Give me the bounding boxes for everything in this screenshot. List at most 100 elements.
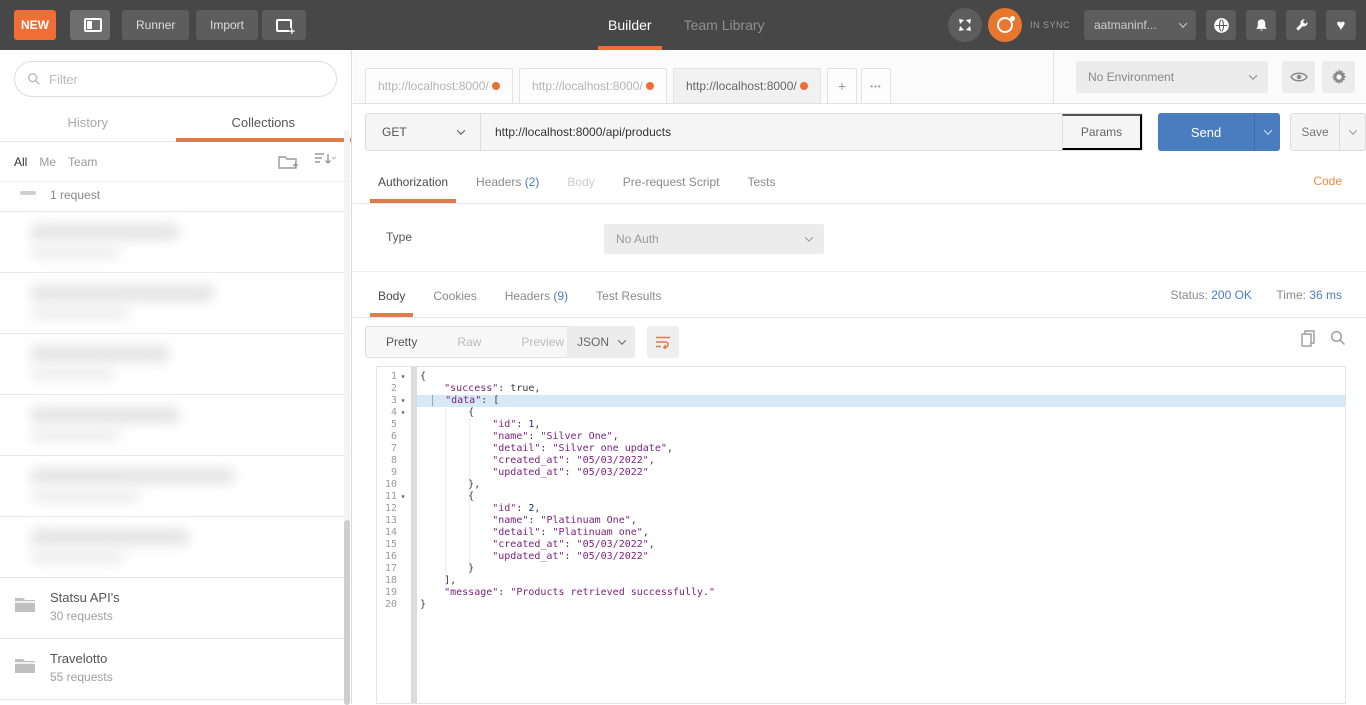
account-name: aatmaninf... — [1094, 18, 1180, 32]
request-tab-2[interactable]: http://localhost:8000/ — [519, 68, 667, 103]
blurred-text — [30, 346, 170, 362]
url-input[interactable] — [481, 114, 1062, 150]
search-response-button[interactable] — [1330, 330, 1346, 352]
settings-wrench-button[interactable] — [1286, 10, 1316, 40]
response-tab-cookies[interactable]: Cookies — [433, 289, 476, 317]
tab-tests[interactable]: Tests — [747, 175, 775, 203]
sort-icon[interactable] — [313, 151, 337, 172]
request-tab-3[interactable]: http://localhost:8000/ — [673, 68, 821, 103]
fold-spacer — [397, 431, 409, 443]
method-dropdown[interactable]: GET — [366, 114, 481, 150]
notifications-button[interactable] — [1246, 10, 1276, 40]
request-tab-1[interactable]: http://localhost:8000/ — [365, 68, 513, 103]
collection-item-blurred[interactable] — [0, 212, 351, 273]
blurred-text — [30, 285, 215, 301]
code-line-number: 20 — [377, 599, 411, 611]
code-line-number: 8 — [377, 455, 411, 467]
filter-input[interactable] — [49, 72, 299, 87]
collection-item[interactable]: Statsu API's30 requests — [0, 578, 351, 639]
chevron-down-icon — [1249, 71, 1257, 79]
code-line-number: 16 — [377, 551, 411, 563]
account-dropdown[interactable]: aatmaninf... — [1084, 10, 1196, 40]
auth-type-value: No Auth — [616, 232, 806, 246]
response-tab-body[interactable]: Body — [378, 289, 405, 317]
code-line: "updated_at": "05/03/2022" — [417, 551, 1345, 563]
collection-item[interactable]: Travelotto55 requests — [0, 639, 351, 700]
scope-me[interactable]: Me — [39, 155, 56, 169]
response-tab-headers[interactable]: Headers (9) — [505, 289, 568, 317]
capture-icon — [957, 17, 973, 33]
tab-team-library[interactable]: Team Library — [668, 0, 781, 50]
response-body-viewer[interactable]: 1▾23▾4▾567891011▾121314151617181920 { "s… — [376, 366, 1346, 704]
sync-button[interactable] — [988, 8, 1022, 42]
fold-arrow-icon[interactable]: ▾ — [397, 371, 409, 383]
scope-all[interactable]: All — [14, 155, 27, 169]
sidebar-scrollbar-thumb[interactable] — [344, 520, 350, 705]
fold-arrow-icon[interactable]: ▾ — [397, 407, 409, 419]
environment-preview-button[interactable] — [1282, 61, 1315, 93]
fold-spacer — [397, 515, 409, 527]
tab-collections[interactable]: Collections — [176, 108, 352, 141]
wrap-text-button[interactable] — [647, 326, 679, 358]
new-window-button[interactable] — [262, 10, 306, 40]
capture-button[interactable] — [948, 8, 982, 42]
sidebar: History Collections All Me Team 1 reques… — [0, 50, 352, 704]
favorites-button[interactable]: ♥ — [1326, 10, 1356, 40]
import-button[interactable]: Import — [196, 10, 258, 40]
tab-count: (2) — [525, 175, 540, 189]
copy-button[interactable] — [1301, 330, 1316, 352]
collection-item-blurred[interactable] — [0, 517, 351, 578]
fold-arrow-icon[interactable]: ▾ — [397, 491, 409, 503]
auth-type-dropdown[interactable]: No Auth — [604, 224, 824, 254]
code-line-number: 1▾ — [377, 371, 411, 383]
code-line: { — [417, 491, 1345, 503]
tab-builder[interactable]: Builder — [592, 0, 668, 50]
new-folder-icon[interactable] — [277, 153, 299, 171]
environment-settings-button[interactable] — [1322, 61, 1355, 93]
collection-name: Travelotto — [50, 651, 107, 666]
view-mode-pretty[interactable]: Pretty — [366, 327, 437, 357]
environment-dropdown[interactable]: No Environment — [1076, 61, 1268, 93]
new-button[interactable]: NEW — [14, 10, 56, 40]
collection-request-count: 30 requests — [50, 609, 113, 623]
collection-item-blurred[interactable] — [0, 334, 351, 395]
new-tab-button[interactable]: + — [827, 68, 857, 103]
scope-team[interactable]: Team — [68, 155, 97, 169]
save-button[interactable]: Save — [1290, 113, 1340, 151]
format-dropdown[interactable]: JSON — [567, 326, 635, 358]
sidebar-scrollbar[interactable] — [344, 130, 350, 704]
collection-item-blurred[interactable] — [0, 273, 351, 334]
fold-arrow-icon[interactable]: ▾ — [397, 395, 409, 407]
time-value: 36 ms — [1309, 288, 1342, 302]
fold-spacer — [397, 443, 409, 455]
code-line: "detail": "Silver one update", — [417, 443, 1345, 455]
response-tab-test-results[interactable]: Test Results — [596, 289, 661, 317]
globe-button[interactable] — [1206, 10, 1236, 40]
chevron-down-icon — [1179, 19, 1187, 27]
request-tab-label: http://localhost:8000/ — [532, 79, 646, 93]
collection-item-blurred[interactable] — [0, 395, 351, 456]
tab-pre-request-script[interactable]: Pre-request Script — [623, 175, 720, 203]
tab-overflow-button[interactable]: ••• — [861, 68, 891, 103]
status-label: Status: — [1171, 288, 1208, 302]
fold-spacer — [397, 479, 409, 491]
blurred-collection-list — [0, 212, 351, 578]
collection-item-blurred[interactable] — [0, 456, 351, 517]
collection-item-partial[interactable]: 1 request — [0, 182, 351, 212]
save-options-button[interactable] — [1340, 113, 1366, 151]
tab-history[interactable]: History — [0, 108, 176, 141]
sidebar-toggle-button[interactable] — [70, 10, 110, 40]
send-options-button[interactable] — [1254, 113, 1280, 151]
params-button[interactable]: Params — [1062, 114, 1142, 150]
view-mode-raw[interactable]: Raw — [437, 327, 501, 357]
code-link[interactable]: Code — [1313, 174, 1342, 188]
tab-headers[interactable]: Headers (2) — [476, 175, 539, 203]
fold-spacer — [397, 563, 409, 575]
globe-icon — [1213, 17, 1230, 34]
bell-icon — [1254, 18, 1269, 33]
runner-button[interactable]: Runner — [122, 10, 189, 40]
chevron-down-icon — [1263, 126, 1271, 134]
tab-authorization[interactable]: Authorization — [378, 175, 448, 203]
send-button[interactable]: Send — [1158, 113, 1254, 151]
code-line-number: 7 — [377, 443, 411, 455]
